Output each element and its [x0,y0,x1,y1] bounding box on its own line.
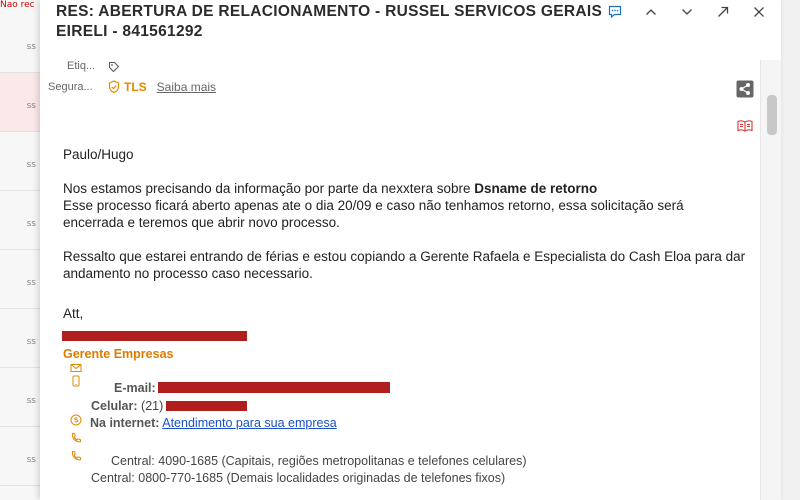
email-row: E-mail: [114,381,156,395]
list-item-snippet: ss [26,455,36,465]
internet-link[interactable]: Atendimento para sua empresa [162,416,336,430]
chevron-down-icon [682,9,692,15]
skype-icon [70,414,82,426]
close-button[interactable] [741,0,777,24]
expand-button[interactable] [705,0,741,24]
redacted-sender-name [62,331,247,341]
phone-value: (21) [141,399,164,413]
central-phone-1: Central: 4090-1685 (Capitais, regiões me… [111,454,527,468]
security-label: Segura... [48,81,93,93]
internet-row: Na internet: Atendimento para sua empres… [90,416,337,430]
next-email-button[interactable] [669,0,705,24]
body-paragraph-1-line-2: Esse processo ficará aberto apenas ate o… [63,198,684,230]
list-item[interactable]: ss [0,73,40,132]
central-phone-2: Central: 0800-770-1685 (Demais localidad… [91,471,506,485]
expand-icon [718,6,729,17]
list-item-snippet: ss [26,337,36,347]
list-item[interactable]: ss [0,191,40,250]
message-list-background: Nao rec ss ss ss ss ss ss ss ss [0,0,41,500]
redacted-email [158,382,390,393]
tls-text: TLS [124,80,147,94]
chat-button[interactable] [597,0,633,24]
email-label: E-mail: [114,381,156,395]
close-icon [754,7,764,17]
list-header-text: Nao rec [0,0,35,10]
email-body: Paulo/Hugo Nos estamos precisando da inf… [63,146,763,322]
redacted-phone [166,401,247,411]
internet-label: Na internet: [90,416,160,430]
tags-row: Etiq... [40,60,240,76]
body-paragraph-2: Ressalto que estarei entrando de férias … [63,249,746,281]
list-item-snippet: ss [26,396,36,406]
email-subject: RES: ABERTURA DE RELACIONAMENTO - RUSSEL… [56,3,603,40]
email-scrollbar-thumb[interactable] [767,95,777,135]
email-toolbar [597,0,777,24]
signature-title: Gerente Empresas [63,347,174,361]
share-icon[interactable] [736,80,754,98]
list-item[interactable]: ss [0,250,40,309]
list-item[interactable]: ss [0,368,40,427]
list-item-snippet: ss [26,101,36,111]
list-item[interactable]: ss [0,132,40,191]
phone-icon [71,450,82,461]
shield-check-icon [108,80,120,94]
greeting: Paulo/Hugo [63,147,134,162]
phone-icon [71,432,82,443]
list-item-snippet: ss [26,160,36,170]
list-item-snippet: ss [26,42,36,52]
learn-more-link[interactable]: Saiba mais [157,80,216,94]
list-item[interactable]: ss [0,427,40,486]
mail-icon [70,364,82,372]
body-paragraph-1: Nos estamos precisando da informação por… [63,180,763,197]
body-p1-bold: Dsname de retorno [474,181,598,196]
previous-email-button[interactable] [633,0,669,24]
security-row: Segura... TLS Saiba mais [40,80,340,96]
list-item-snippet: ss [26,219,36,229]
mobile-phone-icon [72,375,80,387]
immersive-reader-icon[interactable] [737,119,753,133]
page-scrollbar[interactable] [779,0,800,500]
email-scrollbar[interactable] [760,60,781,500]
tls-indicator: TLS Saiba mais [108,80,216,94]
body-p1-text: Nos estamos precisando da informação por… [63,181,475,196]
list-item[interactable]: ss [0,14,40,73]
phone-row: Celular: (21) [91,399,163,413]
tag-icon[interactable] [108,61,120,73]
list-item[interactable]: ss [0,309,40,368]
phone-label: Celular: [91,399,138,413]
email-reading-pane: RES: ABERTURA DE RELACIONAMENTO - RUSSEL… [40,0,781,500]
closing: Att, [63,306,84,321]
list-item-snippet: ss [26,278,36,288]
chat-icon [608,5,622,19]
chevron-up-icon [646,9,656,15]
